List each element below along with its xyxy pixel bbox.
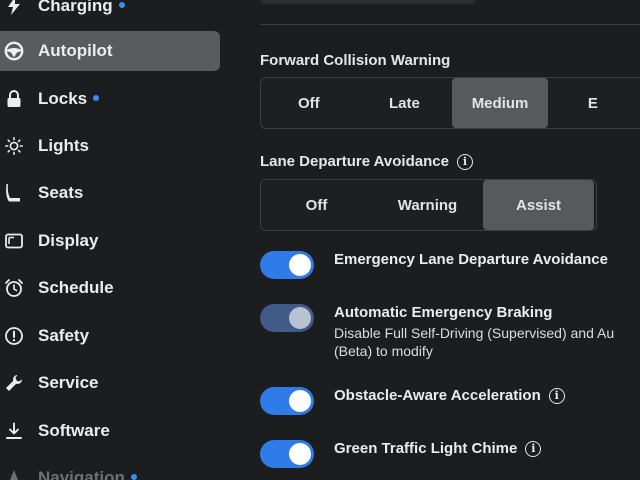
sidebar-item-software[interactable]: Software [0, 411, 220, 451]
info-icon[interactable]: i [456, 153, 473, 170]
sidebar-item-label: Service [38, 373, 99, 392]
lock-icon [4, 89, 24, 109]
sidebar-item-autopilot[interactable]: Autopilot [0, 31, 220, 71]
steering-wheel-icon [4, 41, 24, 61]
sidebar-item-schedule[interactable]: Schedule [0, 268, 220, 308]
toggle-label: Obstacle-Aware Acceleration i [334, 387, 565, 404]
sidebar-item-seats[interactable]: Seats [0, 173, 220, 213]
info-icon[interactable]: i [525, 440, 542, 457]
sidebar-item-label: Navigation [38, 468, 125, 480]
sidebar-item-label: Safety [38, 326, 90, 345]
lane-departure-title: Lane Departure Avoidance i [260, 153, 473, 170]
sidebar-item-label: Lights [38, 136, 89, 155]
notification-dot [93, 94, 100, 101]
lane-departure-selector[interactable]: Off Warning Assist [260, 179, 597, 231]
toggle-knob [289, 443, 311, 465]
segment-late[interactable]: Late [357, 78, 453, 128]
sidebar-item-label: Display [38, 231, 99, 250]
segment-off[interactable]: Off [261, 78, 357, 128]
previous-control-edge [260, 0, 476, 4]
toggle-sublabel: Disable Full Self-Driving (Supervised) a… [334, 325, 615, 359]
display-icon [4, 231, 24, 251]
info-icon[interactable]: i [548, 387, 565, 404]
sidebar-item-charging[interactable]: Charging [0, 0, 220, 26]
sidebar-item-display[interactable]: Display [0, 221, 220, 261]
sidebar-item-safety[interactable]: Safety [0, 316, 220, 356]
alarm-clock-icon [4, 278, 24, 298]
wrench-icon [4, 373, 24, 393]
segment-assist[interactable]: Assist [483, 180, 594, 230]
toggle-knob [289, 307, 311, 329]
sidebar-item-lights[interactable]: Lights [0, 126, 220, 166]
segment-early[interactable]: E [548, 78, 640, 128]
toggle-label: Emergency Lane Departure Avoidance [334, 251, 608, 268]
sidebar-item-navigation[interactable]: Navigation [0, 458, 220, 480]
green-traffic-light-chime-toggle[interactable] [260, 440, 314, 468]
sidebar-item-label: Autopilot [38, 41, 113, 60]
forward-collision-selector[interactable]: Off Late Medium E [260, 77, 640, 129]
navigation-icon [4, 468, 24, 480]
forward-collision-title: Forward Collision Warning [260, 52, 451, 69]
sidebar-item-label: Software [38, 421, 110, 440]
settings-screen: Charging Autopilot Locks Lights Seats Di… [0, 0, 640, 480]
seat-icon [4, 183, 24, 203]
emergency-lane-departure-toggle[interactable] [260, 251, 314, 279]
segment-warning[interactable]: Warning [372, 180, 483, 230]
autopilot-settings-panel: Forward Collision Warning Off Late Mediu… [240, 0, 640, 480]
notification-dot [130, 473, 137, 480]
download-icon [4, 421, 24, 441]
bolt-icon [4, 0, 24, 16]
toggle-knob [289, 390, 311, 412]
obstacle-aware-acceleration-toggle[interactable] [260, 387, 314, 415]
toggle-label: Green Traffic Light Chime i [334, 440, 542, 457]
sidebar-item-label: Charging [38, 0, 113, 15]
sun-icon [4, 136, 24, 156]
toggle-knob [289, 254, 311, 276]
section-divider [260, 24, 640, 25]
automatic-emergency-braking-toggle[interactable] [260, 304, 314, 332]
sidebar-item-label: Schedule [38, 278, 114, 297]
toggle-label: Automatic Emergency Braking [334, 304, 553, 321]
sidebar-item-service[interactable]: Service [0, 363, 220, 403]
sidebar-item-label: Locks [38, 89, 88, 108]
segment-medium[interactable]: Medium [452, 78, 548, 128]
alert-circle-icon [4, 326, 24, 346]
segment-off[interactable]: Off [261, 180, 372, 230]
settings-sidebar: Charging Autopilot Locks Lights Seats Di… [0, 0, 232, 480]
notification-dot [118, 1, 125, 8]
sidebar-item-locks[interactable]: Locks [0, 79, 220, 119]
sidebar-item-label: Seats [38, 183, 84, 202]
